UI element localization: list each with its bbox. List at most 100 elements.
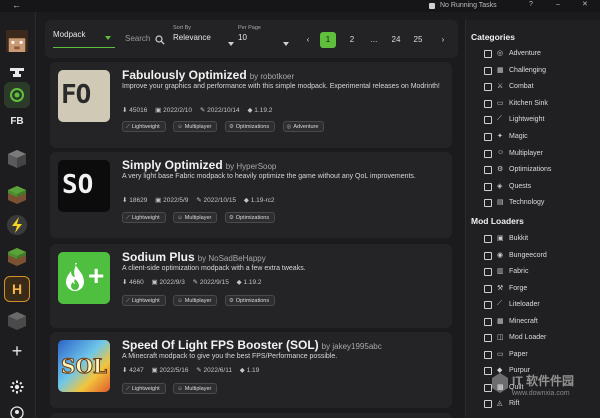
filter-mod-loader[interactable]: ◫ Mod Loader xyxy=(484,333,599,345)
project-card[interactable]: + Sodium Plus by NoSadBeHappy A client-si… xyxy=(50,244,452,328)
tag-lightweight[interactable]: ⟋ Lightweight xyxy=(122,212,166,223)
filter-combat[interactable]: ⚔ Combat xyxy=(484,82,599,94)
checkbox[interactable] xyxy=(484,149,492,158)
checkbox[interactable] xyxy=(484,284,492,293)
grass-block-icon[interactable] xyxy=(4,244,30,270)
grass-block-icon[interactable] xyxy=(4,182,30,208)
calendar-icon: ▣ xyxy=(155,197,162,204)
tag-optimizations[interactable]: ⚙ Optimizations xyxy=(224,121,276,132)
filter-technology[interactable]: ▤ Technology xyxy=(484,198,599,210)
page-24-button[interactable]: 24 xyxy=(388,32,404,48)
thumbnail-text: SO xyxy=(62,170,94,200)
project-meta: ⬇ 45016 ▣ 2022/2/10 ✎ 2022/10/14 ◆ 1.19.… xyxy=(122,106,278,114)
minimize-button[interactable]: – xyxy=(556,0,560,10)
checkbox[interactable] xyxy=(484,116,492,125)
fabric-logo-icon[interactable]: FB xyxy=(4,108,30,134)
checkbox[interactable] xyxy=(484,99,492,108)
project-type-select[interactable]: Modpack xyxy=(53,30,115,48)
tag-multiplayer[interactable]: ☺ Multiplayer xyxy=(173,121,218,132)
checkbox[interactable] xyxy=(484,334,492,342)
project-author[interactable]: by robotkoer xyxy=(250,72,294,81)
account-icon[interactable] xyxy=(4,400,30,418)
player-head-icon[interactable] xyxy=(4,28,30,54)
filter-paper[interactable]: ▭ Paper xyxy=(484,350,599,362)
filter-lightweight[interactable]: ⟋ Lightweight xyxy=(484,115,599,127)
filter-liteloader[interactable]: ⟋ Liteloader xyxy=(484,300,599,312)
modrinth-icon[interactable] xyxy=(4,82,30,108)
running-tasks-status[interactable]: No Running Tasks xyxy=(429,1,497,11)
checkbox[interactable] xyxy=(484,235,492,243)
prev-page-button[interactable]: ‹ xyxy=(300,32,316,48)
checkbox[interactable] xyxy=(484,301,492,309)
filter-optimizations[interactable]: ⚙ Optimizations xyxy=(484,165,599,177)
tag-multiplayer[interactable]: ☺ Multiplayer xyxy=(173,212,218,223)
filter-adventure[interactable]: ◎ Adventure xyxy=(484,49,599,61)
filter-minecraft[interactable]: ▦ Minecraft xyxy=(484,317,599,329)
project-author[interactable]: by jakey1995abc xyxy=(322,342,382,351)
updated-date: 2022/10/14 xyxy=(207,107,240,114)
filter-bukkit[interactable]: ▣ Bukkit xyxy=(484,234,599,246)
project-author[interactable]: by NoSadBeHappy xyxy=(198,254,266,263)
tag-lightweight[interactable]: ⟋ Lightweight xyxy=(122,295,166,306)
filter-bungeecord[interactable]: ◉ Bungeecord xyxy=(484,251,599,263)
checkbox[interactable] xyxy=(484,317,492,326)
checkbox[interactable] xyxy=(484,66,492,75)
help-icon[interactable]: ? xyxy=(529,0,533,10)
project-type-value: Modpack xyxy=(53,30,86,39)
game-version: 1.19.2 xyxy=(254,107,273,114)
project-card[interactable]: FO Fabulously Optimized by robotkoer Impr… xyxy=(50,62,452,148)
edit-icon: ✎ xyxy=(192,279,199,286)
add-instance-button[interactable]: + xyxy=(4,338,30,364)
checkbox[interactable] xyxy=(484,50,492,58)
tag-label: Lightweight xyxy=(131,386,160,392)
checkbox[interactable] xyxy=(484,251,492,260)
project-title[interactable]: Fabulously Optimized by robotkoer xyxy=(122,68,294,82)
checkbox[interactable] xyxy=(484,350,492,359)
search-icon[interactable] xyxy=(155,35,165,45)
search-input[interactable]: Search xyxy=(125,34,150,43)
hyper-icon[interactable]: H xyxy=(4,276,30,302)
page-2-button[interactable]: 2 xyxy=(344,32,360,48)
lightning-icon[interactable] xyxy=(4,212,30,238)
modloader-icon: ◫ xyxy=(497,334,504,341)
tag-optimizations[interactable]: ⚙ Optimizations xyxy=(224,295,276,306)
close-button[interactable]: ✕ xyxy=(582,0,588,10)
project-card[interactable]: SO Simply Optimized by HyperSoop A very l… xyxy=(50,152,452,238)
project-card[interactable] xyxy=(50,413,452,418)
project-title[interactable]: Sodium Plus by NoSadBeHappy xyxy=(122,250,266,264)
settings-icon[interactable] xyxy=(4,374,30,400)
filter-multiplayer[interactable]: ☺ Multiplayer xyxy=(484,149,599,161)
checkbox[interactable] xyxy=(484,268,492,276)
page-1-button[interactable]: 1 xyxy=(320,32,336,48)
checkbox[interactable] xyxy=(484,133,492,141)
back-arrow-icon[interactable]: ← xyxy=(12,0,21,10)
checkbox[interactable] xyxy=(484,166,492,175)
tag-lightweight[interactable]: ⟋ Lightweight xyxy=(122,383,166,394)
page-25-button[interactable]: 25 xyxy=(410,32,426,48)
checkbox[interactable] xyxy=(484,83,492,92)
updated-date: 2022/9/15 xyxy=(199,279,229,286)
filter-challenging[interactable]: ▦ Challenging xyxy=(484,66,599,78)
tag-adventure[interactable]: ◎ Adventure xyxy=(282,121,325,132)
tag-multiplayer[interactable]: ☺ Multiplayer xyxy=(173,383,218,394)
checkbox[interactable] xyxy=(484,182,492,191)
sort-by-select[interactable]: Sort By Relevance xyxy=(173,25,234,46)
project-title[interactable]: Speed Of Light FPS Booster (SOL) by jakey… xyxy=(122,338,382,352)
filter-quests[interactable]: ◈ Quests xyxy=(484,182,599,194)
stone-block-icon[interactable] xyxy=(4,308,30,334)
filter-magic[interactable]: ✦ Magic xyxy=(484,132,599,144)
tag-multiplayer[interactable]: ☺ Multiplayer xyxy=(173,295,218,306)
next-page-button[interactable]: › xyxy=(435,32,451,48)
project-title[interactable]: Simply Optimized by HyperSoop xyxy=(122,158,276,172)
filter-forge[interactable]: ⚒ Forge xyxy=(484,284,599,296)
stone-block-icon[interactable] xyxy=(4,146,30,172)
project-tags: ⟋ Lightweight ☺ Multiplayer xyxy=(122,383,220,394)
filter-fabric[interactable]: ▥ Fabric xyxy=(484,267,599,279)
project-author[interactable]: by HyperSoop xyxy=(226,162,277,171)
filter-kitchen-sink[interactable]: ▭ Kitchen Sink xyxy=(484,99,599,111)
tag-lightweight[interactable]: ⟋ Lightweight xyxy=(122,121,166,132)
checkbox[interactable] xyxy=(484,199,492,208)
per-page-select[interactable]: Per Page 10 xyxy=(238,25,289,46)
tag-optimizations[interactable]: ⚙ Optimizations xyxy=(224,212,276,223)
project-card[interactable]: SOL Speed Of Light FPS Booster (SOL) by j… xyxy=(50,332,452,408)
